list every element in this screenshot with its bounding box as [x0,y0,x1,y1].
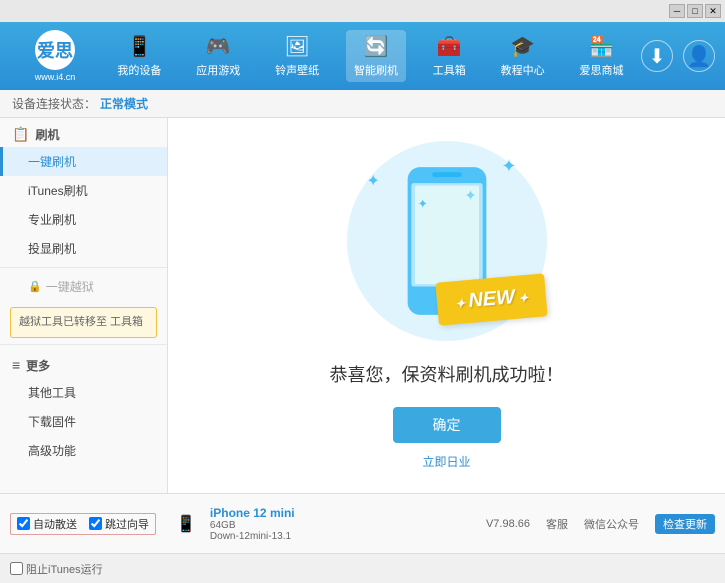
device-version: Down-12mini-13.1 [210,531,295,542]
skip-wizard-label: 跳过向导 [105,516,149,532]
sparkle-right: ✦ [501,156,516,177]
sidebar-warning-box: 越狱工具已转移至 工具箱 [10,307,157,338]
nav-label-my-device: 我的设备 [117,62,161,78]
more-section-label: 更多 [26,357,50,374]
auto-send-checkbox[interactable] [17,517,30,530]
sidebar-item-others[interactable]: 其他工具 [0,378,167,407]
new-badge: NEW [435,273,548,325]
nav-label-apps: 应用游戏 [196,62,240,78]
sparkle-left: ✦ [367,171,380,191]
tutorials-icon: 🎓 [510,34,535,59]
sidebar-item-display[interactable]: 投显刷机 [0,234,167,263]
sidebar-label-onekey: 一键刷机 [28,155,76,169]
my-device-icon: 📱 [127,34,152,59]
apps-icon: 🎮 [206,34,231,59]
title-bar: ─ □ ✕ [0,0,725,22]
stop-itunes-checkbox[interactable] [10,562,23,575]
sidebar-item-firmware[interactable]: 下载固件 [0,407,167,436]
ringtones-icon: 🖼 [284,34,309,59]
sidebar: 📋 刷机 一键刷机 iTunes刷机 专业刷机 投显刷机 🔒 一键越狱 越狱工具… [0,118,168,493]
itunes-stop-area: 阻止iTunes运行 [10,561,103,577]
nav-label-flash: 智能刷机 [354,62,398,78]
content-area: ✦ ✦ NEW ✦ ✦ 恭喜您，保资料刷机成功啦！ 确定 立即日业 [168,118,725,493]
nav-label-ringtones: 铃声壁纸 [275,62,319,78]
stop-itunes-label: 阻止iTunes运行 [26,561,103,577]
confirm-button[interactable]: 确定 [393,407,501,443]
reboot-link[interactable]: 立即日业 [422,453,470,470]
auto-send-checkbox-label[interactable]: 自动散送 [17,516,77,532]
toolbox-icon: 🧰 [437,34,462,59]
status-label: 设备连接状态： [12,95,96,112]
sidebar-label-firmware: 下载固件 [28,415,76,429]
skip-wizard-checkbox-label[interactable]: 跳过向导 [89,516,149,532]
flash-icon: 🔄 [364,34,389,59]
logo-icon: 爱思 [35,30,75,70]
logo-area: 爱思 www.i4.cn [10,30,100,82]
device-phone-icon: 📱 [176,514,196,534]
sidebar-label-pro: 专业刷机 [28,213,76,227]
device-storage: 64GB [210,520,295,531]
sidebar-item-pro[interactable]: 专业刷机 [0,205,167,234]
sidebar-section-more: ≡ 更多 [0,349,167,378]
footer-bar: 阻止iTunes运行 [0,553,725,583]
user-button[interactable]: 👤 [683,40,715,72]
sidebar-divider-2 [0,344,167,345]
sidebar-section-flash: 📋 刷机 [0,118,167,147]
device-icon-area: 📱 iPhone 12 mini 64GB Down-12mini-13.1 [166,500,305,548]
window-controls: ─ □ ✕ [669,4,721,18]
app-version: V7.98.66 [486,518,530,530]
sidebar-locked-label: 一键越狱 [46,278,94,295]
sidebar-label-advanced: 高级功能 [28,444,76,458]
status-value: 正常模式 [100,95,148,112]
logo-subtitle: www.i4.cn [35,72,76,82]
bottom-checkbox-area: 自动散送 跳过向导 [10,513,156,535]
sidebar-divider-1 [0,267,167,268]
nav-item-ringtones[interactable]: 🖼 铃声壁纸 [267,30,327,82]
maximize-button[interactable]: □ [687,4,703,18]
main-area: 📋 刷机 一键刷机 iTunes刷机 专业刷机 投显刷机 🔒 一键越狱 越狱工具… [0,118,725,493]
shop-icon: 🏪 [589,34,614,59]
minimize-button[interactable]: ─ [669,4,685,18]
check-update-button[interactable]: 检查更新 [655,514,715,534]
nav-item-tutorials[interactable]: 🎓 教程中心 [493,30,553,82]
lock-icon: 🔒 [28,280,42,293]
nav-right-controls: ⬇ 👤 [641,40,715,72]
sidebar-label-others: 其他工具 [28,386,76,400]
nav-label-toolbox: 工具箱 [433,62,466,78]
nav-item-flash[interactable]: 🔄 智能刷机 [346,30,406,82]
wechat-link[interactable]: 微信公众号 [584,516,639,532]
phone-illustration: ✦ ✦ NEW ✦ ✦ [347,141,547,341]
sidebar-item-advanced[interactable]: 高级功能 [0,436,167,465]
flash-section-label: 刷机 [35,126,59,143]
nav-item-toolbox[interactable]: 🧰 工具箱 [425,30,474,82]
svg-text:✦: ✦ [464,188,476,204]
nav-label-tutorials: 教程中心 [501,62,545,78]
nav-label-shop: 爱思商城 [579,62,623,78]
nav-item-shop[interactable]: 🏪 爱思商城 [571,30,631,82]
header: 爱思 www.i4.cn 📱 我的设备 🎮 应用游戏 🖼 铃声壁纸 🔄 智能刷机… [0,22,725,90]
sidebar-locked-jailbreak: 🔒 一键越狱 [0,272,167,301]
nav-item-apps[interactable]: 🎮 应用游戏 [188,30,248,82]
sidebar-warning-text: 越狱工具已转移至 工具箱 [19,316,143,328]
auto-send-label: 自动散送 [33,516,77,532]
sidebar-item-itunes[interactable]: iTunes刷机 [0,176,167,205]
device-info: iPhone 12 mini 64GB Down-12mini-13.1 [210,506,295,542]
more-section-icon: ≡ [12,357,20,373]
nav-item-my-device[interactable]: 📱 我的设备 [109,30,169,82]
download-button[interactable]: ⬇ [641,40,673,72]
svg-text:✦: ✦ [417,197,427,211]
flash-section-icon: 📋 [12,126,29,143]
skip-wizard-checkbox[interactable] [89,517,102,530]
sidebar-label-itunes: iTunes刷机 [28,184,88,198]
device-name: iPhone 12 mini [210,506,295,520]
success-text: 恭喜您，保资料刷机成功啦！ [330,361,564,387]
sidebar-label-display: 投显刷机 [28,242,76,256]
close-button[interactable]: ✕ [705,4,721,18]
customer-service-link[interactable]: 客服 [546,516,568,532]
sidebar-item-onekey[interactable]: 一键刷机 [0,147,167,176]
status-bar: 设备连接状态： 正常模式 [0,90,725,118]
bottom-right: V7.98.66 客服 微信公众号 检查更新 [486,514,715,534]
nav-items: 📱 我的设备 🎮 应用游戏 🖼 铃声壁纸 🔄 智能刷机 🧰 工具箱 🎓 教程中心… [100,30,641,82]
